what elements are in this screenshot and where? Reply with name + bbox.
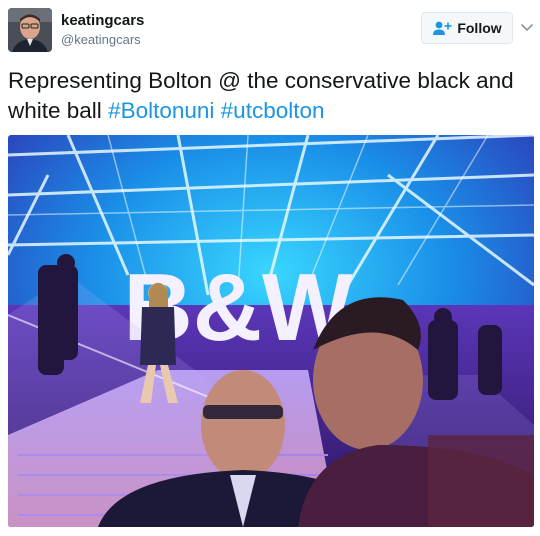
avatar[interactable] [8, 8, 52, 52]
chevron-down-icon[interactable] [520, 20, 534, 34]
hashtag-utcbolton[interactable]: #utcbolton [221, 98, 325, 123]
follow-button-label: Follow [457, 20, 502, 36]
user-handle[interactable]: @keatingcars [61, 32, 141, 47]
tweet-text: Representing Bolton @ the conservative b… [8, 66, 528, 126]
user-display-name[interactable]: keatingcars [61, 12, 144, 29]
follow-button[interactable]: Follow [421, 12, 513, 44]
avatar-image [8, 8, 52, 52]
event-photo: B&W [8, 135, 534, 527]
hashtag-boltonuni[interactable]: #Boltonuni [108, 98, 214, 123]
follow-icon [433, 21, 452, 35]
tweet-photo[interactable]: B&W [8, 135, 534, 527]
